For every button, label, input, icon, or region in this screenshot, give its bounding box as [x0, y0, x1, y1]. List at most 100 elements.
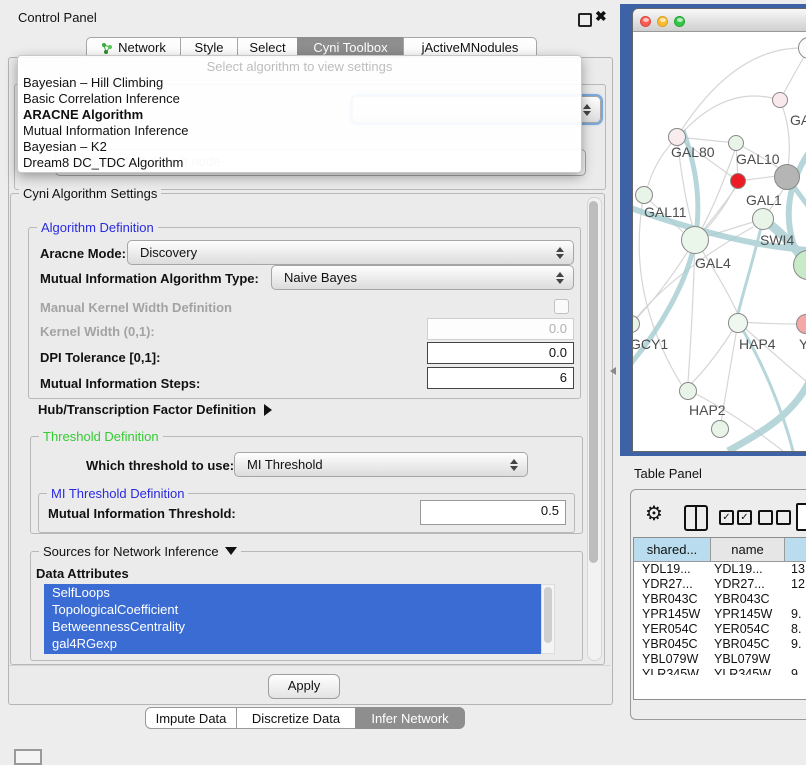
control-panel-title: Control Panel [18, 10, 97, 25]
tab-style[interactable]: Style [180, 37, 238, 57]
network-canvas[interactable]: GALGAL80GAL10GAL1GAL11SWI4GAL4GCY1HAP4YH… [633, 32, 806, 451]
network-node[interactable] [679, 382, 697, 400]
dpi-tolerance-field[interactable]: 0.0 [427, 342, 574, 364]
table-cell: 8. [791, 622, 801, 637]
data-attribute-item[interactable]: TopologicalCoefficient [44, 601, 541, 618]
algorithm-dropdown-placeholder: Select algorithm to view settings [18, 59, 581, 74]
data-attributes-list[interactable]: SelfLoopsTopologicalCoefficientBetweenne… [44, 584, 541, 654]
algorithm-option[interactable]: Bayesian – K2 [23, 139, 576, 155]
network-node[interactable] [728, 313, 748, 333]
traffic-light-zoom-icon[interactable] [674, 16, 685, 27]
settings-vertical-scrollbar[interactable] [587, 197, 602, 661]
network-node[interactable] [711, 420, 729, 438]
column-header-name[interactable]: name [711, 538, 785, 562]
network-view-window[interactable]: GALGAL80GAL10GAL1GAL11SWI4GAL4GCY1HAP4YH… [632, 8, 806, 452]
network-node-label: GAL11 [644, 204, 687, 220]
unchecked-box-icon[interactable] [758, 510, 773, 525]
tab-jactivemnodules[interactable]: jActiveMNodules [403, 37, 537, 57]
data-attribute-item[interactable]: SelfLoops [44, 584, 541, 601]
dpi-tolerance-label: DPI Tolerance [0,1]: [40, 350, 160, 365]
checked-box-icon[interactable]: ✓ [719, 510, 734, 525]
hub-definition-expander[interactable]: Hub/Transcription Factor Definition [38, 401, 272, 419]
apply-button[interactable]: Apply [268, 674, 340, 699]
algorithm-option[interactable]: Mutual Information Inference [23, 123, 576, 139]
table-cell: YDL19... [714, 562, 763, 577]
network-node[interactable] [728, 135, 744, 151]
threshold-definition-title: Threshold Definition [39, 429, 163, 444]
table-row[interactable]: YBL079WYBL079W [634, 652, 806, 667]
network-node-label: GAL80 [671, 144, 715, 160]
aracne-mode-label: Aracne Mode: [40, 246, 126, 261]
attribute-table: shared... name YDL19...YDL19...13YDR27..… [633, 537, 806, 700]
algorithm-option[interactable]: Basic Correlation Inference [23, 91, 576, 107]
network-window-titlebar[interactable] [633, 9, 806, 32]
algorithm-option[interactable]: ARACNE Algorithm [23, 107, 576, 123]
mutual-information-threshold-label: Mutual Information Threshold: [48, 506, 236, 521]
scrollbar-thumb[interactable] [589, 201, 598, 563]
document-icon[interactable] [796, 503, 806, 531]
network-node-label: GCY1 [632, 336, 668, 352]
network-node-label: HAP2 [689, 402, 726, 418]
tab-impute-data[interactable]: Impute Data [145, 707, 237, 729]
which-threshold-value: MI Threshold [247, 457, 323, 472]
expander-arrow-icon [264, 404, 272, 416]
algorithm-dropdown-popup: Select algorithm to view settings Bayesi… [17, 55, 582, 173]
mutual-information-threshold-field[interactable]: 0.5 [420, 500, 566, 525]
algorithm-option[interactable]: Bayesian – Hill Climbing [23, 75, 576, 91]
table-row[interactable]: YDL19...YDL19...13 [634, 562, 806, 577]
settings-gear-icon[interactable]: ⚙ [645, 504, 663, 524]
divider [9, 665, 610, 666]
combo-arrows-icon [583, 104, 591, 116]
aracne-mode-combo[interactable]: Discovery [127, 240, 574, 265]
table-row[interactable]: YER054CYER054C8. [634, 622, 806, 637]
tab-cyni-toolbox[interactable]: Cyni Toolbox [297, 37, 404, 57]
table-row[interactable]: YBR045CYBR045C9. [634, 637, 806, 652]
app-root: Control Panel ✖ Network Style Select Cyn… [0, 0, 806, 762]
data-attribute-item[interactable]: BetweennessCentrality [44, 618, 541, 635]
checked-box-icon[interactable]: ✓ [737, 510, 752, 525]
traffic-light-minimize-icon[interactable] [657, 16, 668, 27]
table-panel-title: Table Panel [634, 466, 702, 481]
algorithm-option[interactable]: Dream8 DC_TDC Algorithm [23, 155, 576, 171]
kernel-width-field[interactable]: 0.0 [427, 318, 574, 340]
network-node[interactable] [730, 173, 746, 189]
minimized-panel-icon[interactable] [14, 749, 42, 765]
network-node[interactable] [681, 226, 709, 254]
table-cell: YDR27... [642, 577, 693, 592]
manual-kernel-width-checkbox[interactable] [554, 299, 569, 314]
traffic-light-close-icon[interactable] [640, 16, 651, 27]
panel-collapse-arrow-icon[interactable] [610, 367, 616, 375]
column-layout-icon[interactable] [684, 505, 708, 531]
table-cell: YER054C [714, 622, 770, 637]
unchecked-box-icon[interactable] [776, 510, 791, 525]
tab-network[interactable]: Network [86, 37, 181, 57]
data-attribute-item[interactable]: gal4RGexp [44, 635, 541, 652]
hub-definition-label: Hub/Transcription Factor Definition [38, 402, 256, 417]
table-cell: 9. [791, 607, 801, 622]
network-node[interactable] [635, 186, 653, 204]
tab-network-label: Network [118, 40, 166, 55]
network-node[interactable] [772, 92, 788, 108]
network-node-label: Y [799, 336, 806, 352]
scrollbar-thumb[interactable] [544, 587, 552, 643]
mi-algorithm-type-combo[interactable]: Naive Bayes [271, 265, 574, 290]
close-icon[interactable]: ✖ [595, 8, 607, 25]
float-window-icon[interactable] [578, 13, 592, 27]
table-row[interactable]: YLR345WYLR345W9. [634, 667, 806, 675]
tab-infer-network[interactable]: Infer Network [355, 707, 465, 729]
table-row[interactable]: YDR27...YDR27...12 [634, 577, 806, 592]
table-row[interactable]: YPR145WYPR145W9. [634, 607, 806, 622]
tab-select[interactable]: Select [237, 37, 298, 57]
mi-steps-field[interactable]: 6 [427, 367, 574, 389]
tab-discretize-data[interactable]: Discretize Data [236, 707, 356, 729]
network-icon [101, 40, 113, 52]
column-header-shared-name[interactable]: shared... [634, 538, 711, 562]
column-header-attr[interactable] [785, 538, 806, 562]
table-row[interactable]: YBR043CYBR043C [634, 592, 806, 607]
which-threshold-combo[interactable]: MI Threshold [234, 452, 528, 477]
cyni-settings-title: Cyni Algorithm Settings [19, 186, 161, 201]
network-node[interactable] [774, 164, 800, 190]
network-node[interactable] [752, 208, 774, 230]
which-threshold-label: Which threshold to use: [86, 458, 234, 473]
attributes-scrollbar[interactable] [541, 584, 555, 654]
